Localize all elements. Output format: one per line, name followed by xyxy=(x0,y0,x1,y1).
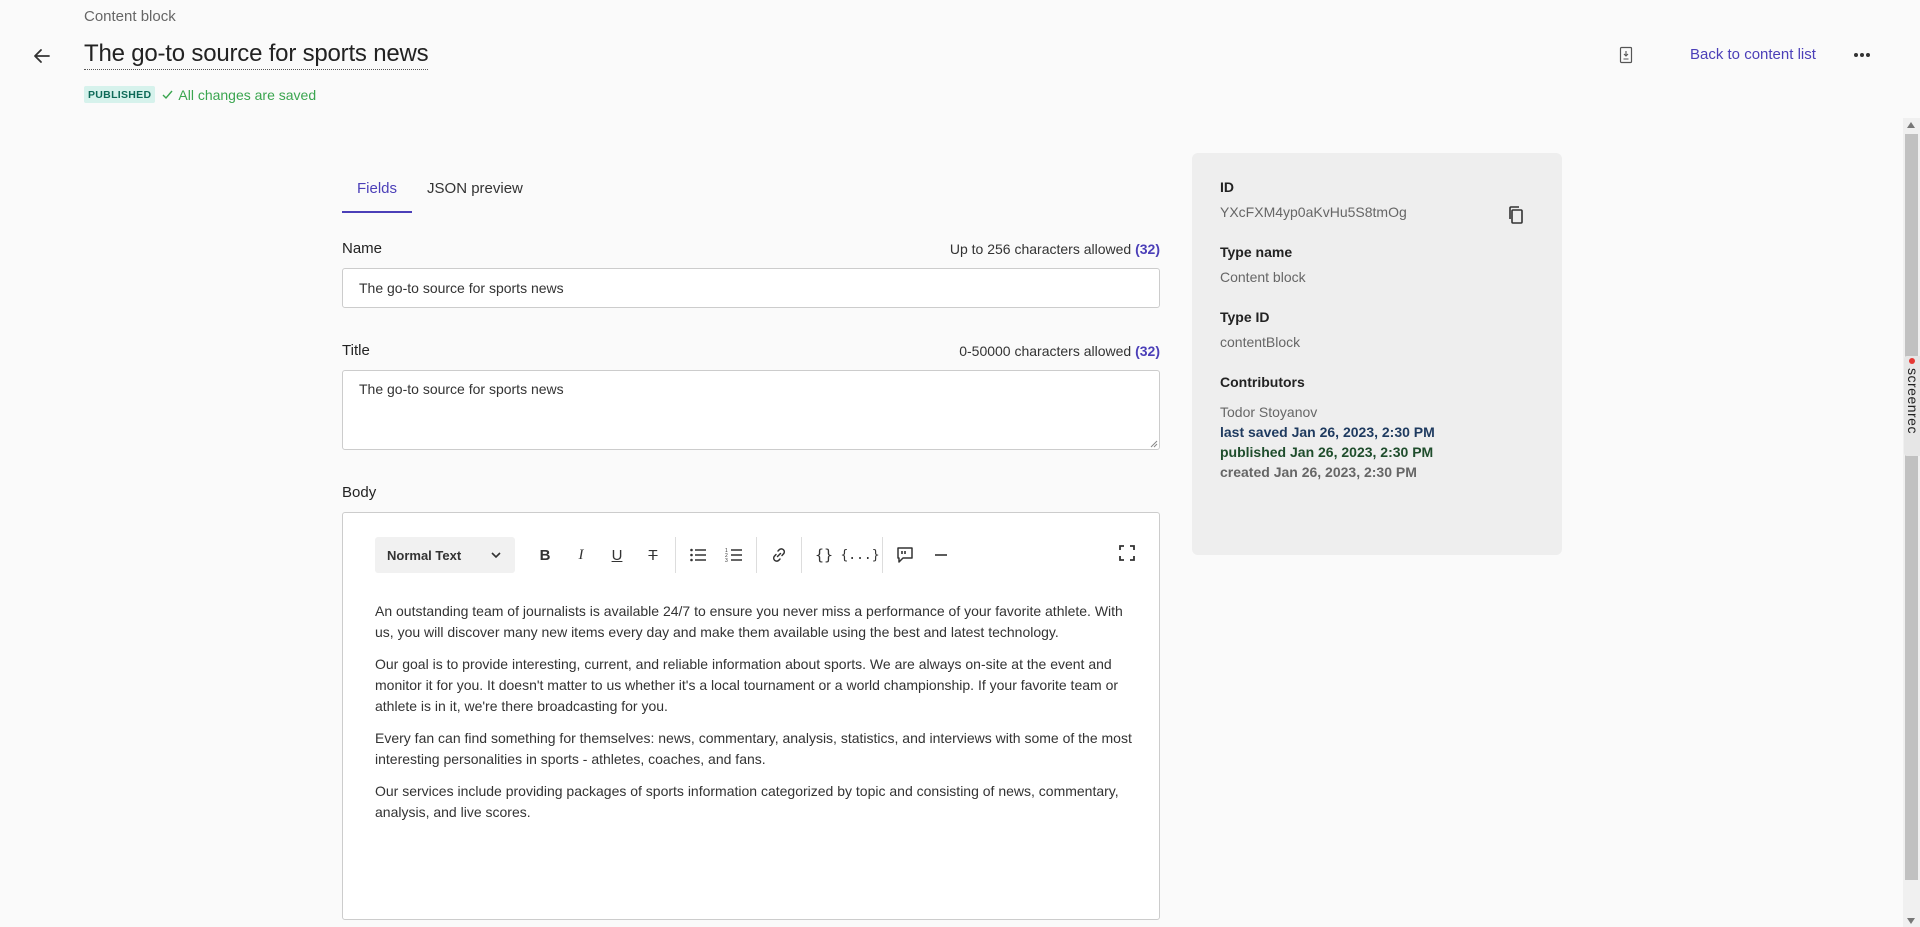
name-input[interactable]: The go-to source for sports news xyxy=(342,268,1160,308)
text-style-select[interactable]: Normal Text xyxy=(375,537,515,573)
contributors-label: Contributors xyxy=(1220,374,1305,390)
copy-icon xyxy=(1509,206,1523,224)
type-name-label: Type name xyxy=(1220,244,1293,260)
horizontal-rule-button[interactable] xyxy=(923,537,959,573)
body-rich-text-editor[interactable]: Normal Text B I U T 1 2 3 {} {...} An ou… xyxy=(342,512,1160,920)
arrow-left-icon xyxy=(34,49,50,63)
contributor-name: Todor Stoyanov xyxy=(1220,404,1318,420)
numbered-list-button[interactable]: 1 2 3 xyxy=(716,537,752,573)
title-field-label: Title xyxy=(342,342,370,359)
save-status: All changes are saved xyxy=(161,87,316,103)
toolbar-separator xyxy=(675,537,676,573)
document-info-button[interactable] xyxy=(1618,46,1634,64)
status-row: PUBLISHED All changes are saved xyxy=(84,86,316,103)
id-value: YXcFXM4yp0aKvHu5S8tmOg xyxy=(1220,204,1407,220)
paragraph: Every fan can find something for themsel… xyxy=(375,730,1132,767)
title-char-count: (32) xyxy=(1135,343,1160,359)
metadata-panel: ID YXcFXM4yp0aKvHu5S8tmOg Type name Cont… xyxy=(1192,153,1562,555)
svg-text:3: 3 xyxy=(725,558,728,563)
chevron-down-icon xyxy=(491,552,501,559)
more-options-button[interactable] xyxy=(1850,45,1874,65)
page-scrollbar[interactable] xyxy=(1903,118,1920,927)
back-arrow-button[interactable] xyxy=(30,44,54,68)
document-icon xyxy=(1619,46,1633,64)
underline-icon: U xyxy=(611,546,623,564)
scroll-down-arrow[interactable] xyxy=(1907,918,1915,924)
text-style-value: Normal Text xyxy=(387,547,462,563)
status-badge: PUBLISHED xyxy=(84,86,156,103)
code-block-button[interactable]: {...} xyxy=(840,537,880,573)
copy-id-button[interactable] xyxy=(1506,205,1526,225)
resize-handle-icon[interactable] xyxy=(1148,438,1158,448)
toolbar-separator xyxy=(801,537,802,573)
paragraph: Our services include providing packages … xyxy=(375,783,1119,820)
type-id-value: contentBlock xyxy=(1220,334,1301,350)
published-info: published Jan 26, 2023, 2:30 PM xyxy=(1220,444,1434,460)
save-status-text: All changes are saved xyxy=(178,86,317,103)
scrollbar-thumb[interactable] xyxy=(1905,134,1918,880)
screen-recorder-tab[interactable]: screenrec xyxy=(1904,356,1920,456)
paragraph: An outstanding team of journalists is av… xyxy=(375,603,1123,640)
title-field-hint: 0-50000 characters allowed (32) xyxy=(900,343,1160,359)
link-icon xyxy=(772,548,786,562)
horizontal-rule-icon xyxy=(935,554,947,556)
italic-icon: I xyxy=(578,546,584,563)
body-field-label: Body xyxy=(342,484,377,501)
code-braces-icon: {} xyxy=(814,546,834,564)
name-field-hint: Up to 256 characters allowed (32) xyxy=(900,241,1160,257)
record-dot-icon xyxy=(1909,358,1915,364)
type-id-label: Type ID xyxy=(1220,309,1270,325)
paragraph: Our goal is to provide interesting, curr… xyxy=(375,656,1119,714)
editor-toolbar: Normal Text B I U T 1 2 3 {} {...} xyxy=(375,537,959,573)
toolbar-separator xyxy=(882,537,883,573)
inline-code-button[interactable]: {} xyxy=(806,537,842,573)
type-name-value: Content block xyxy=(1220,269,1306,285)
underline-button[interactable]: U xyxy=(599,537,635,573)
bold-icon: B xyxy=(539,546,551,564)
last-saved-info: last saved Jan 26, 2023, 2:30 PM xyxy=(1220,424,1435,440)
id-label: ID xyxy=(1220,179,1234,195)
screen-recorder-label: screenrec xyxy=(1905,368,1920,434)
italic-button[interactable]: I xyxy=(563,537,599,573)
editor-content[interactable]: An outstanding team of journalists is av… xyxy=(375,601,1135,834)
code-block-icon: {...} xyxy=(840,547,880,563)
more-horizontal-icon xyxy=(1854,53,1870,57)
blockquote-button[interactable] xyxy=(887,537,923,573)
bullet-list-icon xyxy=(690,548,706,562)
breadcrumb: Content block xyxy=(84,8,176,25)
title-textarea[interactable]: The go-to source for sports news xyxy=(342,370,1160,450)
strikethrough-icon: T xyxy=(648,546,658,564)
fullscreen-icon xyxy=(1119,545,1135,561)
created-info: created Jan 26, 2023, 2:30 PM xyxy=(1220,464,1417,480)
strikethrough-button[interactable]: T xyxy=(635,537,671,573)
back-to-content-list-link[interactable]: Back to content list xyxy=(1690,46,1816,63)
bullet-list-button[interactable] xyxy=(680,537,716,573)
scroll-up-arrow[interactable] xyxy=(1907,122,1915,128)
toolbar-separator xyxy=(756,537,757,573)
title-hint-text: 0-50000 characters allowed xyxy=(959,343,1132,359)
tab-fields[interactable]: Fields xyxy=(342,168,413,213)
name-hint-text: Up to 256 characters allowed xyxy=(949,241,1132,257)
link-button[interactable] xyxy=(761,537,797,573)
fullscreen-button[interactable] xyxy=(1117,543,1137,563)
numbered-list-icon: 1 2 3 xyxy=(725,548,742,563)
tab-json-preview[interactable]: JSON preview xyxy=(412,168,538,213)
name-field-label: Name xyxy=(342,240,383,257)
bold-button[interactable]: B xyxy=(527,537,563,573)
quote-icon xyxy=(897,547,913,563)
tab-bar: Fields JSON preview xyxy=(342,168,1160,213)
page-title[interactable]: The go-to source for sports news xyxy=(84,40,429,70)
name-char-count: (32) xyxy=(1135,241,1160,257)
check-icon xyxy=(162,90,173,100)
